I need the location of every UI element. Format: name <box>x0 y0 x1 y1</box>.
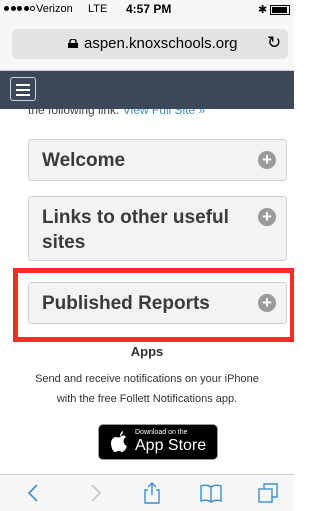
intro-text-label: the following link: <box>28 109 120 117</box>
chevron-right-icon <box>91 484 102 502</box>
lock-icon <box>68 39 78 48</box>
battery-icon <box>270 5 290 15</box>
carrier-label: Verizon <box>36 3 73 15</box>
apps-description-line2: with the free Follett Notifications app. <box>56 393 238 405</box>
book-icon <box>200 484 222 503</box>
apps-description-line1: Send and receive notifications on your i… <box>35 373 259 385</box>
panel-welcome[interactable]: Welcome + <box>28 139 287 181</box>
panel-title-line2: sites <box>42 232 86 253</box>
reload-icon[interactable]: ↻ <box>267 33 281 53</box>
browser-toolbar <box>0 474 294 511</box>
back-button[interactable] <box>22 481 46 505</box>
chevron-left-icon <box>27 484 38 502</box>
panel-title: Welcome <box>42 150 126 171</box>
url-text: aspen.knoxschools.org <box>84 35 238 52</box>
badge-big-text: App Store <box>135 437 207 454</box>
tabs-button[interactable] <box>256 481 280 505</box>
plus-icon[interactable]: + <box>258 208 276 226</box>
panel-links[interactable]: Links to other useful sites + <box>28 196 287 261</box>
browser-address-bar: aspen.knoxschools.org ↻ <box>0 20 294 71</box>
signal-strength-icon <box>4 6 35 11</box>
intro-text: the following link: View Full Site » <box>28 109 205 117</box>
tabs-icon <box>258 483 278 503</box>
network-label: LTE <box>88 3 108 15</box>
app-header <box>0 71 294 109</box>
apple-icon <box>111 431 127 452</box>
bookmarks-button[interactable] <box>199 481 223 505</box>
apps-heading: Apps <box>130 344 164 359</box>
url-field[interactable]: aspen.knoxschools.org ↻ <box>12 29 288 59</box>
status-time: 4:57 PM <box>126 2 172 16</box>
hamburger-menu-button[interactable] <box>10 77 36 101</box>
panel-title: Links to other useful <box>42 207 229 228</box>
app-store-badge[interactable]: Download on the App Store <box>98 424 218 460</box>
highlight-box <box>13 268 294 342</box>
plus-icon[interactable]: + <box>258 151 276 169</box>
forward-button[interactable] <box>83 481 107 505</box>
bluetooth-icon: ✱ <box>258 4 268 16</box>
badge-small-text: Download on the <box>135 429 188 436</box>
page-content: the following link: View Full Site » Wel… <box>0 109 294 474</box>
view-full-site-link[interactable]: View Full Site » <box>123 109 205 117</box>
status-bar: Verizon LTE 4:57 PM ✱ <box>0 0 294 20</box>
apps-description: Send and receive notifications on your i… <box>0 369 294 409</box>
share-button[interactable] <box>140 481 164 505</box>
share-icon <box>144 482 160 504</box>
